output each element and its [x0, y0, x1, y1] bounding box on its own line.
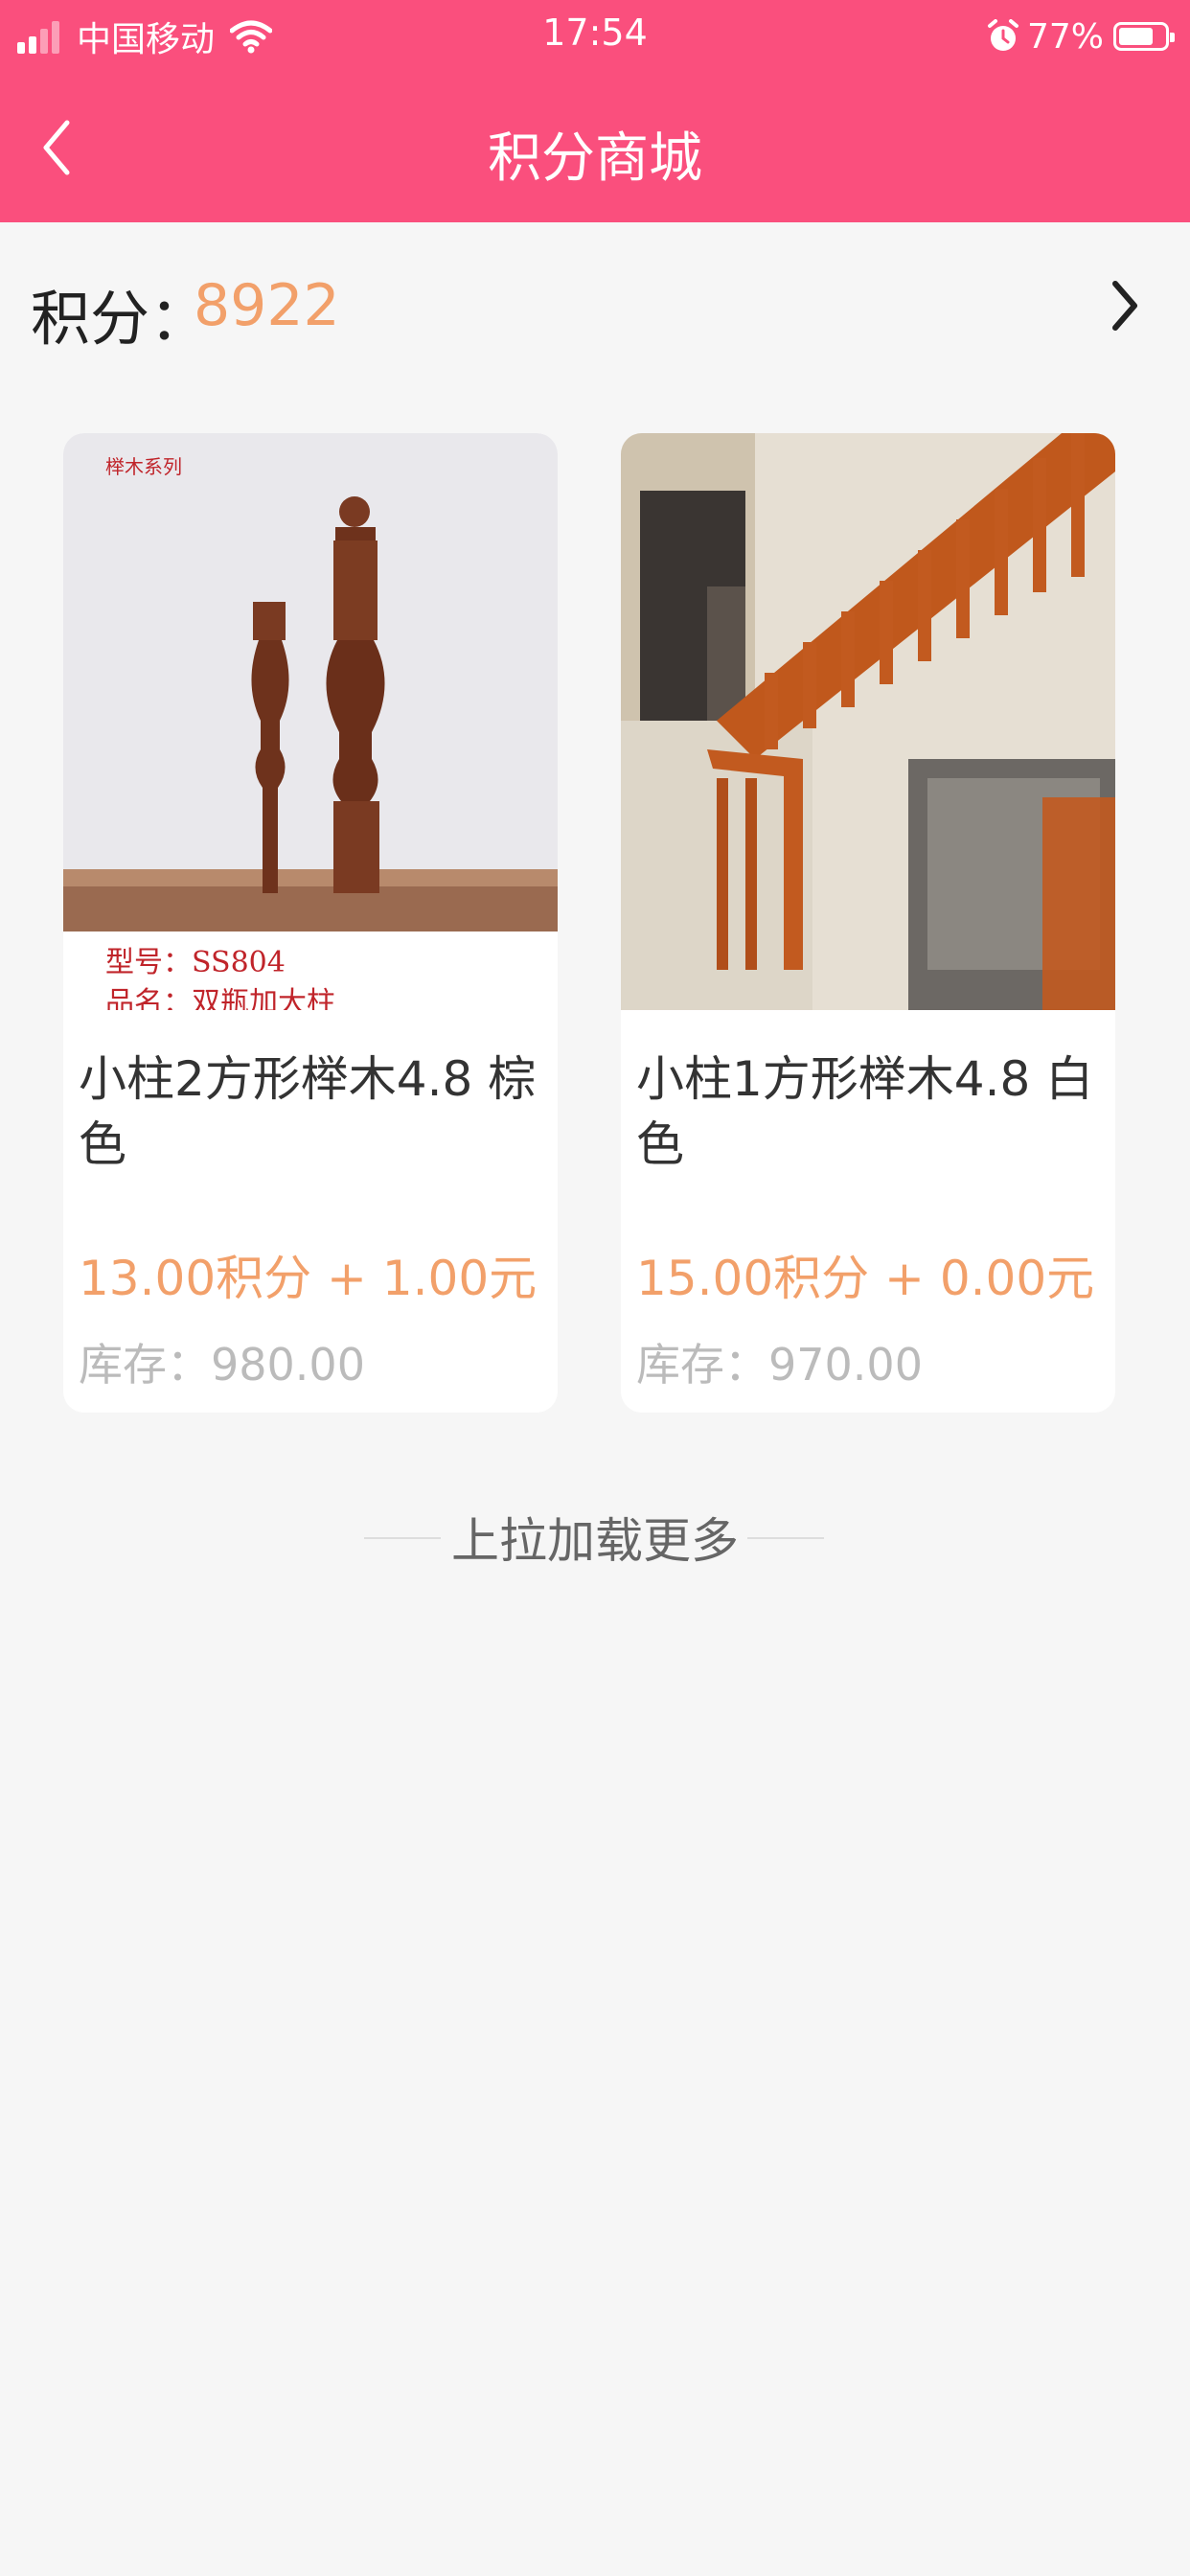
- battery-icon: [1113, 22, 1175, 51]
- product-price: 15.00积分 + 0.00元: [636, 1251, 1095, 1306]
- product-card[interactable]: 小柱1方形榉木4.8 白色 15.00积分 + 0.00元 库存：970.00: [621, 433, 1115, 1413]
- page-title: 积分商城: [488, 127, 702, 190]
- points-label: 积分：: [31, 284, 210, 354]
- chevron-right-icon: [1112, 281, 1137, 331]
- product-image: [621, 433, 1115, 1010]
- image-series-text: 榉木系列: [105, 455, 182, 478]
- product-image: 榉木系列 型号：SS804 品名：双瓶加大柱: [63, 433, 558, 1020]
- load-more-indicator: 上拉加载更多: [0, 1503, 1190, 1570]
- points-detail-button[interactable]: [1094, 272, 1152, 339]
- product-name: 小柱2方形榉木4.8 棕色: [79, 1051, 537, 1172]
- product-stock: 库存：980.00: [79, 1339, 365, 1391]
- divider: [747, 1537, 824, 1539]
- product-stock: 库存：970.00: [636, 1339, 923, 1391]
- image-item-text: 品名：双瓶加大柱: [105, 986, 335, 1010]
- product-name: 小柱1方形榉木4.8 白色: [636, 1051, 1094, 1172]
- product-card[interactable]: 榉木系列 型号：SS804 品名：双瓶加大柱 小柱2方形榉木4.8 棕色 13.…: [63, 433, 558, 1413]
- nav-bar: 积分商城: [0, 73, 1190, 222]
- status-right: 77%: [987, 10, 1175, 63]
- status-bar: 中国移动 17:54 77%: [0, 0, 1190, 73]
- battery-fill: [1119, 28, 1153, 45]
- load-more-text: 上拉加载更多: [451, 1513, 739, 1569]
- image-model-text: 型号：SS804: [105, 946, 286, 979]
- product-price: 13.00积分 + 1.00元: [79, 1251, 538, 1306]
- alarm-icon: [987, 19, 1018, 51]
- points-value: 8922: [194, 272, 340, 339]
- points-row[interactable]: 积分： 8922: [0, 222, 1190, 391]
- battery-percent: 77%: [1026, 16, 1104, 57]
